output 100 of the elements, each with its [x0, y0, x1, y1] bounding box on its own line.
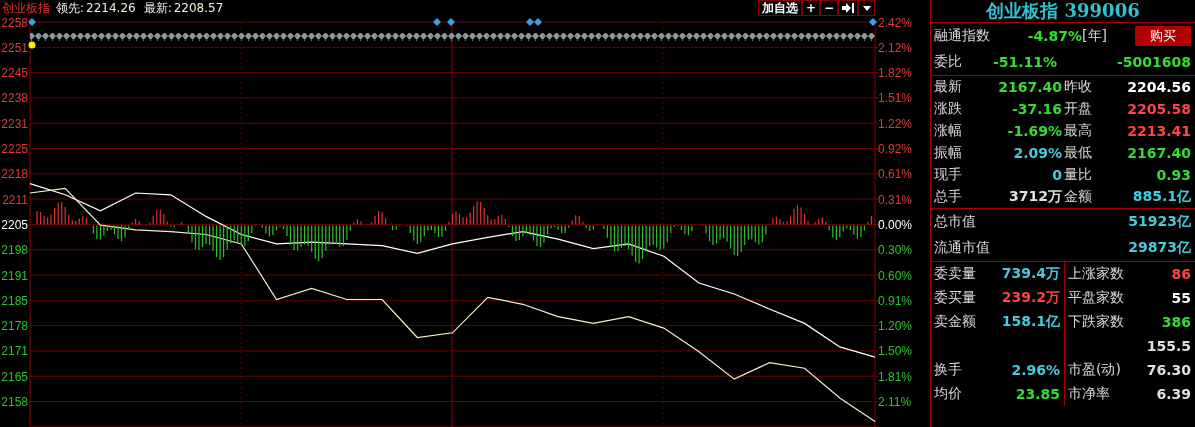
ratio-value: -5001608: [1116, 54, 1191, 70]
stat-label: 平盘家数: [1068, 289, 1124, 307]
price-axis-label: 2191: [1, 268, 28, 283]
percent-axis-label: 0.00%: [878, 217, 913, 232]
stat-value: 86: [1170, 266, 1191, 282]
stat-label: 下跌家数: [1068, 313, 1124, 331]
price-axis-label: 2245: [1, 66, 28, 81]
quote-value: 2204.56: [1126, 79, 1191, 95]
diamond-marker-icon: [447, 18, 455, 26]
price-axis-label: 2165: [1, 369, 28, 384]
toolbar-button[interactable]: 加自选: [757, 0, 802, 16]
price-axis-label: 2205: [1, 217, 28, 232]
percent-axis-label: 0.31%: [878, 192, 913, 207]
quote-value: 2205.58: [1126, 101, 1191, 117]
panel-title: 创业板指 399006: [985, 0, 1141, 22]
market-value: 29873亿: [1127, 239, 1191, 257]
quote-label: 总手: [934, 188, 963, 206]
quote-label: 金额: [1064, 188, 1093, 206]
stat-label: 换手: [934, 361, 962, 379]
stat-value: 386: [1160, 314, 1191, 330]
price-axis-label: 2185: [1, 293, 28, 308]
price-axis-label: 2238: [1, 91, 28, 106]
caret-icon: [862, 5, 871, 11]
quote-label: 涨跌: [934, 100, 963, 118]
quote-label: 最低: [1064, 144, 1093, 162]
stat-label: 上涨家数: [1068, 265, 1124, 283]
quote-label: 振幅: [934, 144, 963, 162]
quote-label: 现手: [934, 166, 963, 184]
quote-value: 2213.41: [1126, 123, 1191, 139]
percent-axis-label: 1.20%: [878, 319, 913, 334]
quote-label: 涨幅: [934, 122, 963, 140]
jump-to-end-button[interactable]: [838, 0, 858, 16]
percent-axis-label: 2.42%: [878, 16, 913, 30]
percent-axis-label: 2.11%: [878, 395, 912, 409]
buy-button[interactable]: 购买: [1135, 26, 1191, 46]
percent-axis-label: 0.91%: [878, 293, 913, 308]
stat-label: 市盈(动): [1068, 361, 1121, 379]
quote-value: 2167.40: [1126, 145, 1191, 161]
price-axis-label: 2231: [1, 116, 28, 131]
stat-label: 委卖量: [934, 265, 976, 283]
quote-label: 量比: [1064, 166, 1093, 184]
dot-icon: [28, 41, 36, 49]
stat-value: 739.4万: [1000, 265, 1060, 283]
stat-label: 均价: [934, 385, 962, 403]
price-axis-label: 2158: [1, 395, 28, 409]
stat-value: 239.2万: [1000, 289, 1060, 307]
quote-label: 最高: [1064, 122, 1093, 140]
stat-value: 55: [1170, 290, 1191, 306]
price-axis-label: 2218: [1, 167, 28, 182]
ratio-value: -51.11%: [991, 54, 1057, 70]
price-axis-label: 2251: [1, 40, 28, 55]
period-tag: [年]: [1082, 27, 1107, 45]
price-axis-label: 2198: [1, 243, 28, 258]
index-label: 融通指数: [934, 27, 990, 45]
stat-value: 155.5: [1145, 338, 1191, 354]
percent-axis-label: 1.22%: [878, 116, 913, 131]
quote-value: 0.93: [1155, 167, 1191, 183]
market-value-label: 流通市值: [934, 239, 990, 257]
leading-value: 2214.26: [86, 1, 136, 15]
stat-value: 23.85: [1014, 386, 1060, 402]
quote-value: 2167.40: [997, 79, 1062, 95]
quote-label: 最新: [934, 78, 963, 96]
stat-value: 6.39: [1155, 386, 1191, 402]
percent-axis-label: 2.12%: [878, 40, 913, 55]
stat-label: 市净率: [1068, 385, 1110, 403]
percent-axis-label: 1.50%: [878, 344, 913, 359]
dropdown-button[interactable]: [858, 0, 875, 16]
price-axis-label: 2171: [1, 344, 28, 359]
percent-axis-label: 1.51%: [878, 91, 913, 106]
leading-label: 领先:: [56, 0, 85, 17]
price-axis-label: 2258: [1, 16, 28, 30]
quote-label: 昨收: [1064, 78, 1093, 96]
stat-label: 卖金额: [934, 313, 976, 331]
percent-axis-label: 1.81%: [878, 369, 913, 384]
price-axis-label: 2178: [1, 319, 28, 334]
market-value-label: 总市值: [934, 213, 976, 231]
percent-axis-label: 0.60%: [878, 268, 913, 283]
quote-value: -37.16: [1010, 101, 1062, 117]
diamond-marker-icon: [28, 18, 36, 26]
percent-axis-label: 0.92%: [878, 142, 913, 156]
jump-to-end-icon: [842, 3, 854, 13]
quote-value: 0: [1051, 167, 1062, 183]
percent-axis-label: 0.61%: [878, 167, 913, 182]
market-value: 51923亿: [1127, 213, 1191, 231]
diamond-marker-icon: [433, 18, 441, 26]
percent-axis-label: 0.30%: [878, 243, 913, 258]
price-axis-label: 2211: [2, 192, 28, 207]
quote-value: 2.09%: [1012, 145, 1062, 161]
price-axis-label: 2225: [1, 142, 28, 156]
quote-value: -1.69%: [1006, 123, 1062, 139]
latest-value: 2208.57: [173, 1, 224, 15]
stat-label: 委买量: [934, 289, 976, 307]
stat-value: 158.1亿: [1000, 313, 1060, 331]
quote-value: 3712万: [1008, 188, 1062, 206]
latest-label: 最新:: [143, 0, 172, 17]
stat-value: 76.30: [1145, 362, 1191, 378]
index-value: -4.87%: [1026, 28, 1083, 44]
diamond-marker-icon: [869, 18, 877, 26]
percent-axis-label: 1.82%: [878, 66, 913, 81]
stat-value: 2.96%: [1010, 362, 1060, 378]
